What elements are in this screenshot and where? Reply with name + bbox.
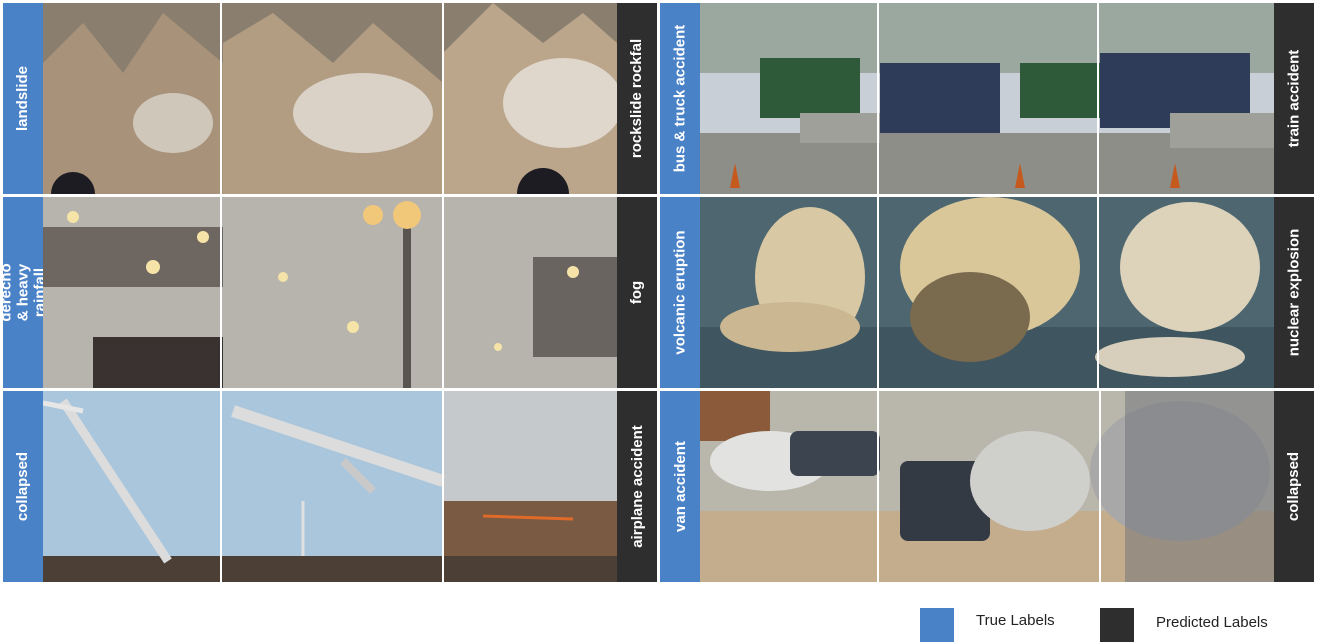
example-cell-bus-truck-accident: bus & truck accident train accident [660,3,1314,194]
predicted-label: airplane accident [628,425,646,548]
video-frames [43,391,617,582]
legend-label-predicted: Predicted Labels [1156,614,1268,631]
true-label: collapsed [14,451,32,522]
predicted-label: nuclear explosion [1285,228,1303,357]
video-frames [700,391,1274,582]
predicted-label: collapsed [1285,451,1303,522]
video-frame-image [43,197,617,388]
video-frames [700,3,1274,194]
video-frame-image [43,391,617,582]
predicted-label: train accident [1285,49,1303,148]
example-cell-landslide: landslide rockslide rockfal [3,3,657,194]
video-frames [43,3,617,194]
true-label: derecho & heavy rainfall [3,263,49,322]
example-cell-collapsed-turbine: collapsed airplane accident [3,391,657,582]
video-frame-image [43,3,617,194]
video-frame-image [700,3,1274,194]
example-cell-volcanic-eruption: volcanic eruption nuclear explosion [660,197,1314,388]
predicted-label: fog [628,280,646,305]
legend-label-true: True Labels [976,612,1055,629]
video-frame-image [700,391,1274,582]
legend-swatch-predicted [1100,608,1134,642]
true-label: van accident [671,441,689,532]
video-frame-image [700,197,1274,388]
legend: True Labels Predicted Labels [0,608,1318,642]
example-cell-van-accident: van accident collapsed [660,391,1314,582]
video-frames [700,197,1274,388]
legend-swatch-true [920,608,954,642]
true-label: volcanic eruption [671,230,689,355]
video-frames [43,197,617,388]
predicted-label: rockslide rockfal [628,38,646,159]
example-cell-derecho-heavy-rainfall: derecho & heavy rainfall fog [3,197,657,388]
true-label: landslide [14,65,32,132]
true-label: bus & truck accident [671,24,689,173]
